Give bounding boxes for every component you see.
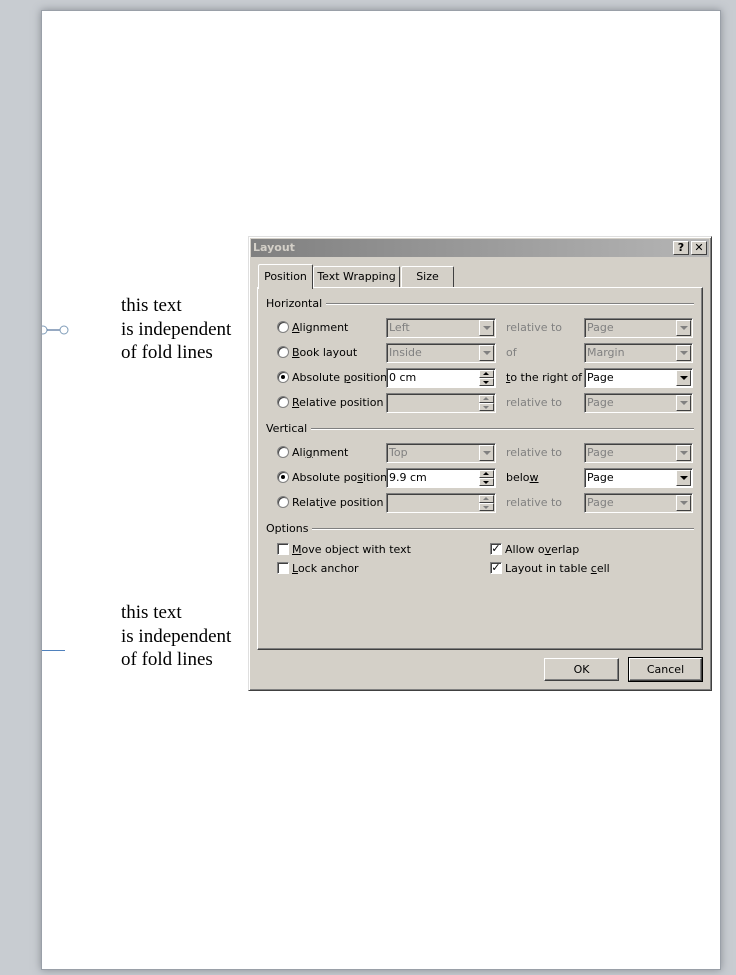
dialog-titlebar[interactable]: Layout ? ✕ [251,239,709,257]
horizontal-alignment-relation-label: relative to [506,321,563,334]
vertical-group-label: Vertical [266,422,312,435]
text-box-upper[interactable]: this text is independent of fold lines [121,294,261,365]
spin-up-icon[interactable] [479,370,494,378]
horizontal-absolute-relation-label: to the right of [506,371,583,384]
vertical-relative-relation-label: relative to [506,496,563,509]
spinner[interactable] [479,370,494,386]
spinner[interactable] [479,395,494,411]
layout-in-table-cell-label[interactable]: Layout in table cell [505,562,610,575]
spin-up-icon[interactable] [479,495,494,503]
horizontal-alignment-radio[interactable] [277,321,289,333]
position-tab-panel: Horizontal Alignment Left relative to Pa… [257,287,703,650]
layout-dialog: Layout ? ✕ Position Text Wrapping Size H… [248,236,712,691]
group-divider [306,428,694,430]
horizontal-relative-position-input[interactable] [386,393,496,413]
horizontal-group-label: Horizontal [266,297,327,310]
spin-down-icon[interactable] [479,378,494,386]
horizontal-relative-relation-label: relative to [506,396,563,409]
vertical-alignment-select[interactable]: Top [386,443,496,463]
ok-button[interactable]: OK [544,658,619,681]
check-icon: ✓ [491,542,501,555]
group-divider [318,303,694,305]
dialog-title: Layout [253,241,295,254]
chevron-down-icon[interactable] [676,395,691,411]
horizontal-relative-position-radio[interactable] [277,396,289,408]
vertical-absolute-position-label[interactable]: Absolute position [292,471,387,484]
chevron-down-icon[interactable] [676,495,691,511]
vertical-relative-position-input[interactable] [386,493,496,513]
vertical-alignment-radio[interactable] [277,446,289,458]
chevron-down-icon[interactable] [479,320,494,336]
vertical-relative-to-select[interactable]: Page [584,493,693,513]
tab-text-wrapping[interactable]: Text Wrapping [313,266,400,288]
vertical-alignment-label[interactable]: Alignment [292,446,348,459]
vertical-relative-position-radio[interactable] [277,496,289,508]
vertical-absolute-position-input[interactable]: 9.9 cm [386,468,496,488]
move-object-label[interactable]: Move object with text [292,543,411,556]
tab-position[interactable]: Position [258,264,313,289]
fold-line-connector-icon[interactable] [42,324,72,336]
tab-size[interactable]: Size [401,266,454,288]
vertical-relative-position-label[interactable]: Relative position [292,496,383,509]
spin-up-icon[interactable] [479,470,494,478]
horizontal-absolute-position-input[interactable]: 0 cm [386,368,496,388]
book-layout-radio[interactable] [277,346,289,358]
spin-down-icon[interactable] [479,403,494,411]
vertical-absolute-relation-label: below [506,471,539,484]
chevron-down-icon[interactable] [479,345,494,361]
options-group-label: Options [266,522,313,535]
spin-down-icon[interactable] [479,478,494,486]
lock-anchor-checkbox[interactable] [277,562,289,574]
book-layout-label[interactable]: Book layout [292,346,357,359]
move-object-checkbox[interactable] [277,543,289,555]
chevron-down-icon[interactable] [676,445,691,461]
horizontal-alignment-relative-select[interactable]: Page [584,318,693,338]
close-icon[interactable]: ✕ [691,241,707,255]
spin-up-icon[interactable] [479,395,494,403]
chevron-down-icon[interactable] [676,320,691,336]
horizontal-absolute-position-label[interactable]: Absolute position [292,371,387,384]
horizontal-relative-position-label[interactable]: Relative position [292,396,383,409]
lock-anchor-label[interactable]: Lock anchor [292,562,359,575]
book-layout-select[interactable]: Inside [386,343,496,363]
spinner[interactable] [479,470,494,486]
chevron-down-icon[interactable] [676,370,691,386]
allow-overlap-label[interactable]: Allow overlap [505,543,579,556]
help-icon[interactable]: ? [673,241,689,255]
chevron-down-icon[interactable] [479,445,494,461]
vertical-absolute-position-radio[interactable] [277,471,289,483]
group-divider [308,528,694,530]
horizontal-relative-to-select[interactable]: Page [584,393,693,413]
vertical-alignment-relative-select[interactable]: Page [584,443,693,463]
book-layout-of-select[interactable]: Margin [584,343,693,363]
chevron-down-icon[interactable] [676,345,691,361]
book-layout-relation-label: of [506,346,517,359]
horizontal-to-the-right-of-select[interactable]: Page [584,368,693,388]
chevron-down-icon[interactable] [676,470,691,486]
fold-line[interactable] [42,650,65,651]
vertical-alignment-relation-label: relative to [506,446,563,459]
vertical-below-select[interactable]: Page [584,468,693,488]
text-box-lower[interactable]: this text is independent of fold lines [121,601,261,672]
horizontal-absolute-position-radio[interactable] [277,371,289,383]
spinner[interactable] [479,495,494,511]
allow-overlap-checkbox[interactable]: ✓ [490,543,502,555]
cancel-button[interactable]: Cancel [628,657,703,682]
spin-down-icon[interactable] [479,503,494,511]
layout-in-table-cell-checkbox[interactable]: ✓ [490,562,502,574]
horizontal-alignment-select[interactable]: Left [386,318,496,338]
horizontal-alignment-label[interactable]: Alignment [292,321,348,334]
check-icon: ✓ [491,561,501,574]
